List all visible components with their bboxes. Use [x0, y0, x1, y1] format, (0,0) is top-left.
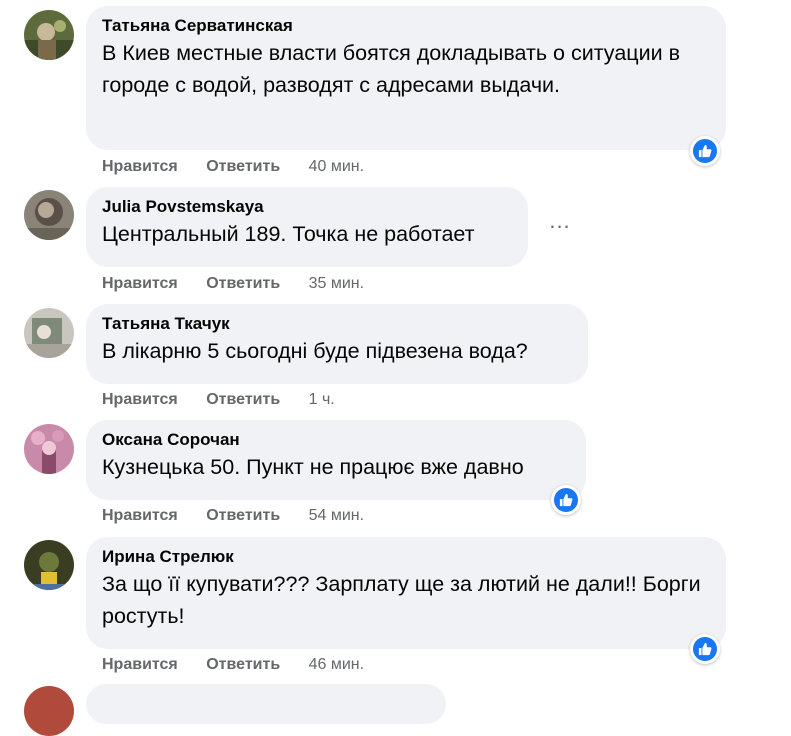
comment-author[interactable]: Татьяна Ткачук	[102, 313, 572, 335]
comment-actions: Нравится Ответить 46 мин.	[102, 655, 364, 675]
comment-author[interactable]: Татьяна Серватинская	[102, 15, 710, 37]
comment-time[interactable]: 35 мин.	[309, 275, 364, 292]
comment-time[interactable]: 54 мин.	[309, 507, 364, 524]
avatar[interactable]	[24, 540, 74, 590]
comment-text: Центральный 189. Точка не работает	[102, 222, 475, 246]
like-button[interactable]: Нравится	[102, 391, 178, 408]
comment-actions: Нравится Ответить 40 мин.	[102, 157, 364, 177]
like-icon	[554, 488, 578, 512]
avatar[interactable]	[24, 10, 74, 60]
like-icon	[693, 139, 717, 163]
reaction-badge[interactable]	[690, 136, 720, 166]
comment-text: За що її купувати??? Зарплату ще за люти…	[102, 572, 701, 628]
reply-button[interactable]: Ответить	[206, 158, 280, 175]
reaction-badge[interactable]	[551, 485, 581, 515]
reaction-badge[interactable]	[690, 634, 720, 664]
comment-actions: Нравится Ответить 54 мин.	[102, 506, 364, 526]
comment-time[interactable]: 1 ч.	[309, 391, 335, 408]
reply-button[interactable]: Ответить	[206, 275, 280, 292]
next-comment-bubble	[86, 684, 446, 724]
like-button[interactable]: Нравится	[102, 507, 178, 524]
comment-author[interactable]: Оксана Сорочан	[102, 429, 570, 451]
reply-button[interactable]: Ответить	[206, 507, 280, 524]
like-button[interactable]: Нравится	[102, 275, 178, 292]
reply-button[interactable]: Ответить	[206, 656, 280, 673]
like-icon	[693, 637, 717, 661]
comment-time[interactable]: 40 мин.	[309, 158, 364, 175]
avatar[interactable]	[24, 190, 74, 240]
comment-text: В Киев местные власти боятся докладывать…	[102, 41, 681, 97]
comment-text: Кузнецька 50. Пункт не працює вже давно	[102, 455, 524, 479]
comment-bubble: Татьяна Ткачук В лікарню 5 сьогодні буде…	[86, 304, 588, 384]
comment-author[interactable]: Ирина Стрелюк	[102, 546, 710, 568]
comment-actions: Нравится Ответить 1 ч.	[102, 390, 335, 410]
reply-button[interactable]: Ответить	[206, 391, 280, 408]
comment-bubble: Ирина Стрелюк За що її купувати??? Зарпл…	[86, 537, 726, 649]
comment-bubble: Julia Povstemskaya Центральный 189. Точк…	[86, 187, 528, 267]
like-button[interactable]: Нравится	[102, 656, 178, 673]
comment-actions: Нравится Ответить 35 мин.	[102, 274, 364, 294]
more-options-button[interactable]: ...	[548, 210, 572, 235]
comment-bubble: Оксана Сорочан Кузнецька 50. Пункт не пр…	[86, 420, 586, 500]
avatar[interactable]	[24, 424, 74, 474]
next-comment-avatar[interactable]	[24, 686, 74, 736]
comment-bubble: Татьяна Серватинская В Киев местные влас…	[86, 6, 726, 150]
like-button[interactable]: Нравится	[102, 158, 178, 175]
avatar[interactable]	[24, 308, 74, 358]
comment-text: В лікарню 5 сьогодні буде підвезена вода…	[102, 339, 528, 363]
comment-time[interactable]: 46 мин.	[309, 656, 364, 673]
comment-author[interactable]: Julia Povstemskaya	[102, 196, 512, 218]
